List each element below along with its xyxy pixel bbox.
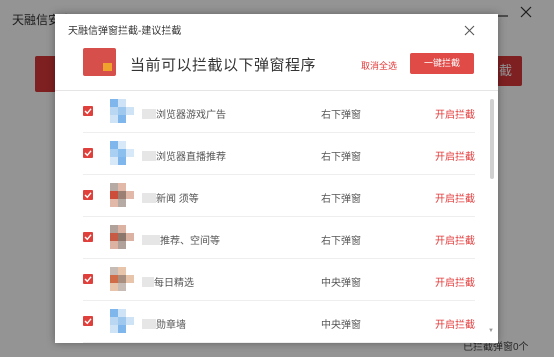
row-checkbox[interactable] <box>83 106 93 116</box>
dialog-close-icon[interactable] <box>464 24 478 38</box>
popup-type: 右下弹窗 <box>321 236 361 247</box>
row-checkbox[interactable] <box>83 190 93 200</box>
program-name: 浏览器直播推荐 <box>142 148 226 163</box>
app-icon <box>110 141 134 165</box>
program-name: 新闻 须等 <box>142 190 199 205</box>
dialog-header-text: 当前可以拦截以下弹窗程序 <box>130 57 317 74</box>
program-name-text: 每日精选 <box>154 278 194 289</box>
app-icon <box>110 267 134 291</box>
program-name: 每日精选 <box>142 274 194 289</box>
program-name: 浏览器游戏广告 <box>142 106 226 121</box>
list-item: 每日精选 中央弹窗 开启拦截 <box>55 259 498 301</box>
app-icon <box>110 225 134 249</box>
program-name-text: 新闻 须等 <box>156 194 199 205</box>
enable-block-link[interactable]: 开启拦截 <box>435 274 475 289</box>
scrollbar-thumb[interactable] <box>490 99 494 179</box>
popup-program-list: 浏览器游戏广告 右下弹窗 开启拦截 浏览器直播推荐 右下弹窗 开启拦截 新闻 须等 右下弹窗开… <box>55 91 498 343</box>
list-item: 勋章墙 中央弹窗 开启拦截 <box>55 301 498 343</box>
row-divider <box>83 342 475 343</box>
list-item: 浏览器游戏广告 右下弹窗 开启拦截 <box>55 91 498 133</box>
program-name: 推荐、空间等 <box>142 232 220 247</box>
popup-type: 右下弹窗 <box>321 110 361 121</box>
popup-block-dialog: 天融信弹窗拦截-建议拦截 当前可以拦截以下弹窗程序 取消全选 一键拦截 浏览器游… <box>55 14 498 343</box>
program-name-text: 浏览器游戏广告 <box>156 110 226 121</box>
enable-block-link[interactable]: 开启拦截 <box>435 316 475 331</box>
program-name-text: 勋章墙 <box>156 320 186 331</box>
row-checkbox[interactable] <box>83 232 93 242</box>
cancel-all-link[interactable]: 取消全选 <box>361 59 397 72</box>
enable-block-link[interactable]: 开启拦截 <box>435 106 475 121</box>
row-checkbox[interactable] <box>83 148 93 158</box>
scroll-down-arrow-icon[interactable]: ▼ <box>488 328 494 334</box>
app-icon <box>110 183 134 207</box>
popup-type: 右下弹窗 <box>321 152 361 163</box>
enable-block-link[interactable]: 开启拦截 <box>435 148 475 163</box>
dialog-title: 天融信弹窗拦截-建议拦截 <box>68 26 182 37</box>
program-name-text: 浏览器直播推荐 <box>156 152 226 163</box>
block-all-button[interactable]: 一键拦截 <box>410 53 474 74</box>
program-name-text: 推荐、空间等 <box>160 236 220 247</box>
popup-window-icon <box>83 48 116 76</box>
row-checkbox[interactable] <box>83 316 93 326</box>
list-item: 新闻 须等 右下弹窗 开启拦截 <box>55 175 498 217</box>
list-item: 浏览器直播推荐 右下弹窗 开启拦截 <box>55 133 498 175</box>
list-item: 推荐、空间等 右下弹窗 开启拦截 <box>55 217 498 259</box>
enable-block-link[interactable]: 开启拦截 <box>435 232 475 247</box>
popup-type: 右下弹窗 <box>321 194 361 205</box>
app-icon <box>110 309 134 333</box>
program-name: 勋章墙 <box>142 316 186 331</box>
app-icon <box>110 99 134 123</box>
row-checkbox[interactable] <box>83 274 93 284</box>
enable-block-link[interactable]: 开启拦截 <box>435 190 475 205</box>
popup-type: 中央弹窗 <box>321 278 361 289</box>
popup-type: 中央弹窗 <box>321 320 361 331</box>
